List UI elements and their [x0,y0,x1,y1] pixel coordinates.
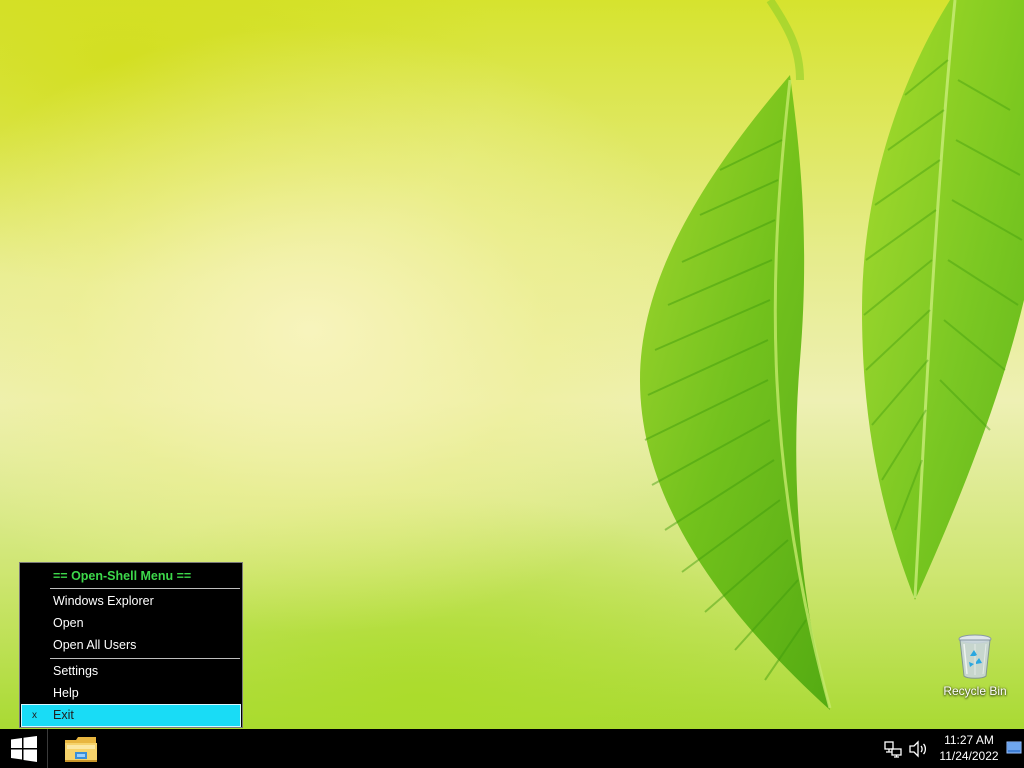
recycle-bin-desktop-icon[interactable]: Recycle Bin [940,628,1010,700]
windows-logo-icon [11,736,37,762]
menu-item-exit-mark: x [32,710,37,721]
menu-separator [50,588,240,589]
file-explorer-icon [65,737,97,762]
volume-icon[interactable] [908,740,928,758]
menu-title: == Open-Shell Menu == [53,569,192,583]
recycle-bin-label: Recycle Bin [943,684,1007,698]
clock-time: 11:27 AM [944,733,994,747]
taskbar: 11:27 AM 11/24/2022 [0,729,1024,768]
menu-item-help[interactable]: Help [22,683,240,704]
start-button[interactable] [0,729,48,768]
menu-item-settings[interactable]: Settings [22,661,240,682]
menu-item-open-all-users[interactable]: Open All Users [22,635,240,656]
menu-item-exit-label: Exit [53,708,74,722]
menu-item-open[interactable]: Open [22,613,240,634]
menu-item-windows-explorer[interactable]: Windows Explorer [22,591,240,612]
menu-separator [50,658,240,659]
taskbar-file-explorer-button[interactable] [58,731,104,766]
network-icon[interactable] [884,740,902,758]
menu-item-exit[interactable]: x Exit [21,704,241,727]
clock-date: 11/24/2022 [939,749,999,763]
show-desktop-icon[interactable] [1006,740,1022,756]
system-clock[interactable]: 11:27 AM 11/24/2022 [934,732,1004,766]
desktop[interactable]: Recycle Bin == Open-Shell Menu == Window… [0,0,1024,729]
recycle-bin-icon [958,634,992,679]
open-shell-context-menu: == Open-Shell Menu == Windows Explorer O… [19,562,243,728]
